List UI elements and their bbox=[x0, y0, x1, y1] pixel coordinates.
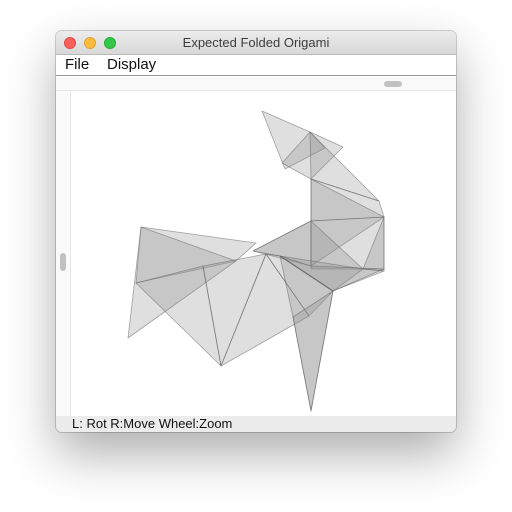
menu-display[interactable]: Display bbox=[107, 56, 156, 73]
status-hint: L: Rot R:Move Wheel:Zoom bbox=[72, 416, 233, 431]
vertical-scroll-thumb[interactable] bbox=[60, 253, 66, 271]
origami-model[interactable] bbox=[71, 91, 456, 416]
vertical-scrollbar[interactable] bbox=[56, 91, 71, 416]
menu-bar: File Display bbox=[56, 55, 456, 76]
horizontal-scrollbar[interactable] bbox=[56, 77, 456, 91]
menu-file[interactable]: File bbox=[65, 56, 89, 73]
status-bar: L: Rot R:Move Wheel:Zoom bbox=[56, 416, 456, 432]
origami-3d-canvas[interactable] bbox=[71, 91, 456, 416]
title-bar[interactable]: Expected Folded Origami bbox=[56, 31, 456, 55]
origami-window: Expected Folded Origami File Display L: … bbox=[56, 31, 456, 432]
horizontal-scroll-thumb[interactable] bbox=[384, 81, 402, 87]
window-title: Expected Folded Origami bbox=[182, 35, 330, 50]
